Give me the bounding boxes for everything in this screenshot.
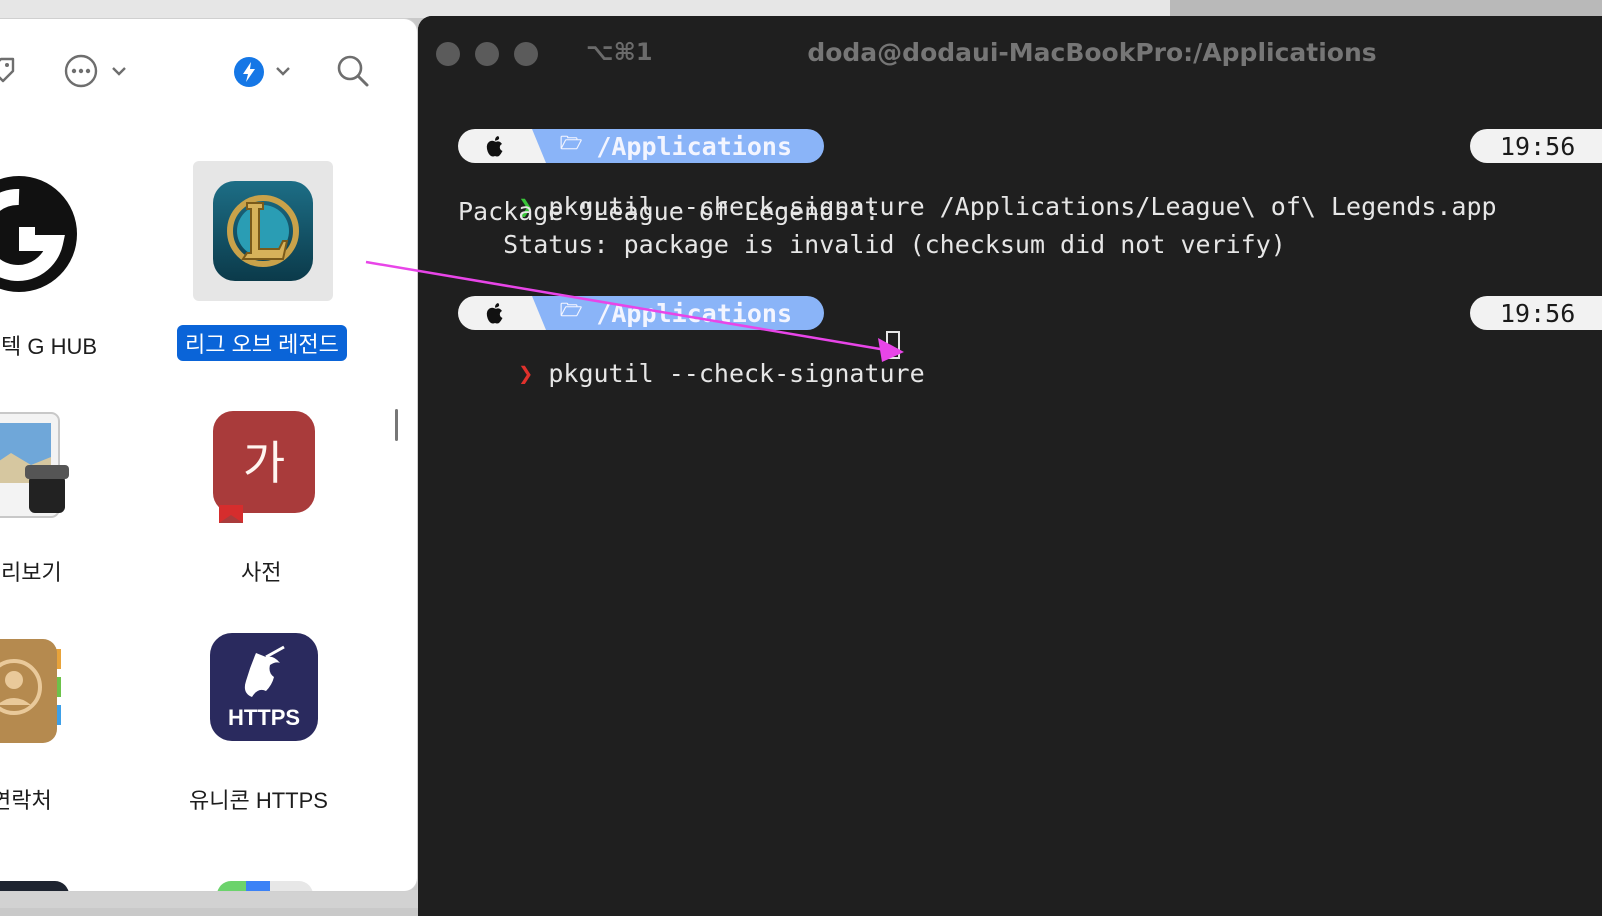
folder-icon: 🗁 xyxy=(560,300,583,321)
command-input-line[interactable]: ❯ pkgutil --check-signature xyxy=(458,330,925,417)
terminal-title: doda@dodaui-MacBookPro:/Applications xyxy=(807,38,1377,67)
apple-icon xyxy=(458,296,546,330)
https-badge-text: HTTPS xyxy=(228,705,300,730)
finder-window: 텍 G HUB 리그 오브 레전드 리보기 가 사전 락처 HTTPS 유니콘 … xyxy=(0,18,418,892)
prompt-chevron-error: ❯ xyxy=(518,359,534,388)
shortcuts-icon[interactable] xyxy=(233,56,265,88)
search-icon[interactable] xyxy=(335,53,371,89)
apple-icon xyxy=(458,129,546,163)
app-label-league-of-legends[interactable]: 리그 오브 레전드 xyxy=(177,325,347,361)
tag-icon[interactable] xyxy=(0,55,17,85)
folder-icon: 🗁 xyxy=(560,133,583,154)
prompt-time: 19:56 xyxy=(1470,296,1602,330)
prompt-segment: 🗁 /Applications xyxy=(458,129,824,163)
chevron-down-icon[interactable] xyxy=(273,61,293,81)
dictionary-glyph: 가 xyxy=(243,436,285,490)
prompt-path-segment: 🗁 /Applications xyxy=(532,296,824,330)
app-label-unicorn-https[interactable]: 유니콘 HTTPS xyxy=(189,783,328,815)
terminal-titlebar: ⌥⌘1 doda@dodaui-MacBookPro:/Applications xyxy=(418,16,1602,90)
text-cursor xyxy=(886,331,900,359)
preview-icon[interactable] xyxy=(0,409,81,530)
unicorn-https-icon[interactable]: HTTPS xyxy=(210,633,318,746)
logitech-g-hub-icon[interactable] xyxy=(0,169,85,304)
prompt-time: 19:56 xyxy=(1470,129,1602,163)
league-of-legends-icon[interactable] xyxy=(213,181,313,286)
prompt-segment: 🗁 /Applications xyxy=(458,296,824,330)
dictionary-icon[interactable]: 가 xyxy=(211,409,317,534)
output-line: Status: package is invalid (checksum did… xyxy=(458,230,1286,259)
app-label-preview[interactable]: 리보기 xyxy=(1,555,62,587)
prompt-path-segment: 🗁 /Applications xyxy=(532,129,824,163)
command-input-text: pkgutil --check-signature xyxy=(548,359,925,388)
more-actions-icon[interactable] xyxy=(63,53,99,89)
prompt-path: /Applications xyxy=(596,298,792,328)
partial-maps-icon[interactable] xyxy=(217,881,313,891)
output-line: Package "League of Legends": xyxy=(458,197,880,226)
partial-app-icon[interactable] xyxy=(0,881,69,891)
app-label-contacts[interactable]: 연락처 xyxy=(0,783,52,815)
desktop-background-bottom xyxy=(0,890,420,908)
app-label-dictionary[interactable]: 사전 xyxy=(241,555,281,587)
terminal-window: ⌥⌘1 doda@dodaui-MacBookPro:/Applications… xyxy=(418,16,1602,916)
chevron-down-icon[interactable] xyxy=(109,61,129,81)
contacts-icon[interactable] xyxy=(0,637,77,752)
prompt-path: /Applications xyxy=(596,131,792,161)
window-resize-handle[interactable] xyxy=(395,409,398,441)
app-label-logitech[interactable]: 텍 G HUB xyxy=(1,329,97,361)
